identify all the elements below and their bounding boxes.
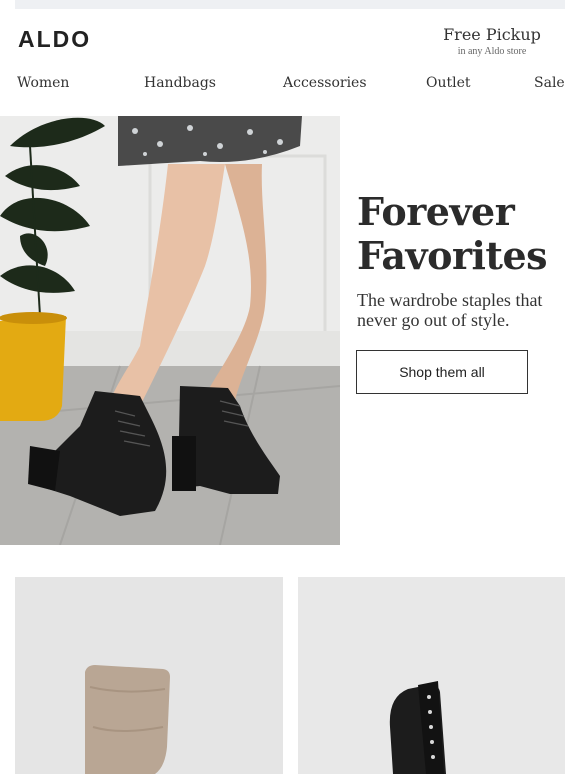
pickup-title: Free Pickup (443, 25, 541, 44)
nav-item-handbags[interactable]: Handbags (144, 75, 216, 91)
nav-item-accessories[interactable]: Accessories (283, 75, 367, 91)
hero-copy: Forever Favorites The wardrobe staples t… (357, 190, 572, 331)
hero-headline: Forever Favorites (357, 190, 572, 278)
nav-item-women[interactable]: Women (17, 75, 69, 91)
product-tile-lace-up-boot[interactable] (298, 577, 565, 774)
logo-text: ALDO (18, 28, 91, 50)
pickup-subtitle: in any Aldo store (457, 46, 527, 57)
shop-them-all-button[interactable]: Shop them all (356, 350, 528, 394)
hero-image[interactable] (0, 116, 340, 545)
hero-subhead: The wardrobe staples that never go out o… (357, 290, 543, 330)
free-pickup-promo[interactable]: Free Pickup in any Aldo store (437, 25, 547, 57)
headline-line-1: Forever (357, 189, 515, 234)
nav-item-sale[interactable]: Sale (534, 75, 565, 91)
top-strip (15, 0, 565, 9)
main-nav: Women Handbags Accessories Outlet Sale (0, 75, 580, 95)
headline-line-2: Favorites (357, 233, 548, 278)
nav-item-outlet[interactable]: Outlet (426, 75, 471, 91)
product-tile-suede-boot[interactable] (15, 577, 283, 774)
aldo-logo[interactable]: ALDO (18, 26, 118, 55)
